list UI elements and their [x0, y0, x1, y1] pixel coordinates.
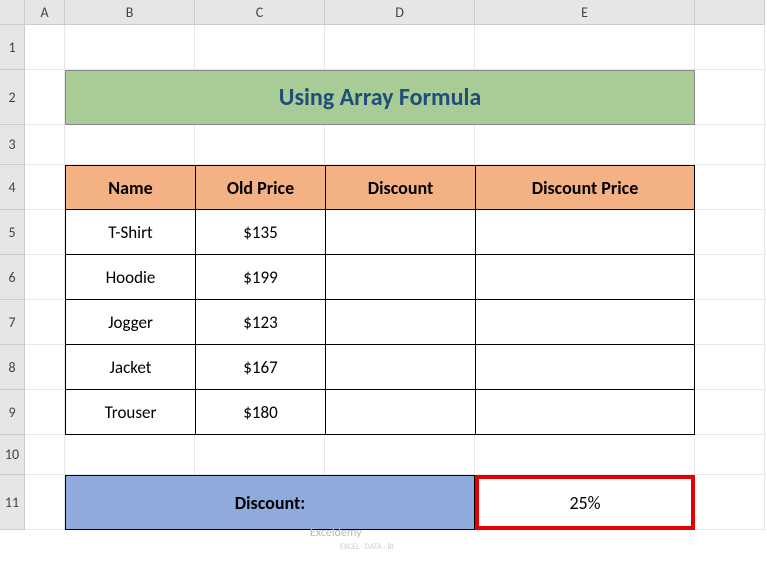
table-row[interactable]: Jacket	[65, 345, 195, 390]
table-row[interactable]: Jogger	[65, 300, 195, 345]
cell-e3[interactable]	[475, 125, 695, 165]
table-row[interactable]: $123	[195, 300, 325, 345]
cell-f6[interactable]	[695, 255, 765, 300]
table-row[interactable]	[325, 300, 475, 345]
cell-f7[interactable]	[695, 300, 765, 345]
table-row[interactable]: T-Shirt	[65, 210, 195, 255]
cell-a6[interactable]	[25, 255, 65, 300]
row-header-6[interactable]: 6	[0, 255, 25, 300]
row-header-9[interactable]: 9	[0, 390, 25, 435]
table-row[interactable]	[325, 210, 475, 255]
select-all-corner[interactable]	[0, 0, 25, 25]
row-header-2[interactable]: 2	[0, 70, 25, 125]
cell-a3[interactable]	[25, 125, 65, 165]
cell-d1[interactable]	[325, 25, 475, 70]
cell-a1[interactable]	[25, 25, 65, 70]
row-header-1[interactable]: 1	[0, 25, 25, 70]
table-header-discount[interactable]: Discount	[325, 165, 475, 210]
cell-a2[interactable]	[25, 70, 65, 125]
cell-c1[interactable]	[195, 25, 325, 70]
cell-a8[interactable]	[25, 345, 65, 390]
cell-f11[interactable]	[695, 475, 765, 530]
cell-b1[interactable]	[65, 25, 195, 70]
table-row[interactable]	[325, 345, 475, 390]
cell-a5[interactable]	[25, 210, 65, 255]
cell-f10[interactable]	[695, 435, 765, 475]
table-row[interactable]: Trouser	[65, 390, 195, 435]
table-row[interactable]	[475, 345, 695, 390]
row-header-4[interactable]: 4	[0, 165, 25, 210]
col-header-f[interactable]	[695, 0, 765, 25]
discount-label[interactable]: Discount:	[65, 475, 475, 530]
row-header-8[interactable]: 8	[0, 345, 25, 390]
table-header-discountprice[interactable]: Discount Price	[475, 165, 695, 210]
table-row[interactable]: $180	[195, 390, 325, 435]
table-row[interactable]: Hoodie	[65, 255, 195, 300]
cell-b3[interactable]	[65, 125, 195, 165]
discount-value[interactable]: 25%	[475, 475, 695, 530]
table-row[interactable]: $135	[195, 210, 325, 255]
table-row[interactable]	[475, 255, 695, 300]
col-header-b[interactable]: B	[65, 0, 195, 25]
watermark-sub-text: EXCEL · DATA · BI	[340, 542, 394, 552]
row-header-7[interactable]: 7	[0, 300, 25, 345]
cell-b10[interactable]	[65, 435, 195, 475]
table-row[interactable]: $167	[195, 345, 325, 390]
cell-f3[interactable]	[695, 125, 765, 165]
cell-f5[interactable]	[695, 210, 765, 255]
cell-d3[interactable]	[325, 125, 475, 165]
row-header-10[interactable]: 10	[0, 435, 25, 475]
cell-f9[interactable]	[695, 390, 765, 435]
cell-a11[interactable]	[25, 475, 65, 530]
table-row[interactable]	[475, 210, 695, 255]
col-header-d[interactable]: D	[325, 0, 475, 25]
cell-e1[interactable]	[475, 25, 695, 70]
table-row[interactable]	[325, 390, 475, 435]
cell-d10[interactable]	[325, 435, 475, 475]
cell-c10[interactable]	[195, 435, 325, 475]
cell-f8[interactable]	[695, 345, 765, 390]
col-header-c[interactable]: C	[195, 0, 325, 25]
sheet-title[interactable]: Using Array Formula	[65, 70, 695, 125]
cell-a10[interactable]	[25, 435, 65, 475]
table-row[interactable]: $199	[195, 255, 325, 300]
cell-c3[interactable]	[195, 125, 325, 165]
table-header-name[interactable]: Name	[65, 165, 195, 210]
table-header-oldprice[interactable]: Old Price	[195, 165, 325, 210]
row-header-5[interactable]: 5	[0, 210, 25, 255]
cell-f4[interactable]	[695, 165, 765, 210]
cell-a9[interactable]	[25, 390, 65, 435]
row-header-11[interactable]: 11	[0, 475, 25, 530]
cell-f2[interactable]	[695, 70, 765, 125]
cell-f1[interactable]	[695, 25, 765, 70]
cell-e10[interactable]	[475, 435, 695, 475]
table-row[interactable]	[325, 255, 475, 300]
col-header-a[interactable]: A	[25, 0, 65, 25]
cell-a7[interactable]	[25, 300, 65, 345]
col-header-e[interactable]: E	[475, 0, 695, 25]
spreadsheet-grid: A B C D E 1 2 Using Array Formula 3 4 Na…	[0, 0, 767, 530]
table-row[interactable]	[475, 390, 695, 435]
cell-a4[interactable]	[25, 165, 65, 210]
row-header-3[interactable]: 3	[0, 125, 25, 165]
table-row[interactable]	[475, 300, 695, 345]
